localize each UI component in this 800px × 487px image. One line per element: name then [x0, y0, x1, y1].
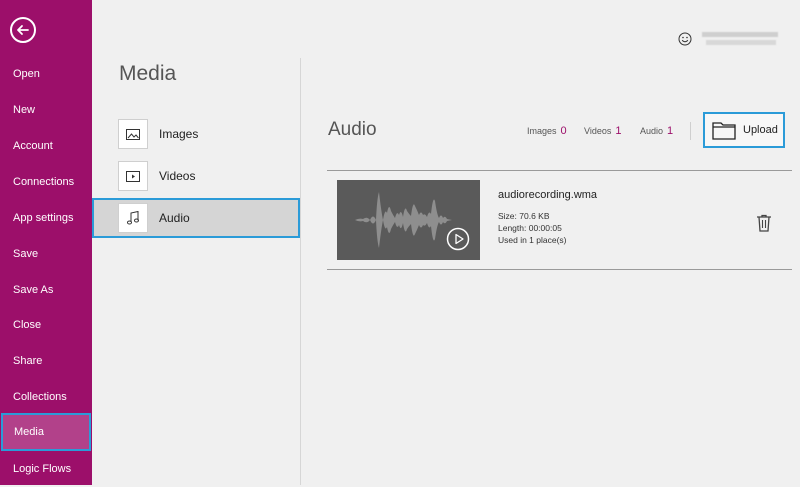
smiley-icon[interactable] — [678, 32, 692, 46]
category-label: Audio — [159, 211, 190, 225]
nav-item-open[interactable]: Open — [0, 56, 92, 92]
column-divider — [300, 58, 301, 485]
upload-button[interactable]: Upload — [703, 112, 785, 148]
nav-item-new[interactable]: New — [0, 92, 92, 128]
count-value: 1 — [667, 125, 674, 137]
nav-item-label: Save — [13, 248, 39, 260]
music-note-icon — [118, 203, 148, 233]
nav-item-share[interactable]: Share — [0, 343, 92, 379]
nav-item-label: Close — [13, 319, 42, 331]
nav-item-save[interactable]: Save — [0, 236, 92, 272]
category-videos[interactable]: Videos — [93, 157, 299, 195]
count-images: Images 0 — [527, 125, 567, 137]
image-icon — [118, 119, 148, 149]
audio-thumbnail[interactable] — [337, 180, 480, 260]
count-label: Videos — [584, 126, 612, 136]
nav-item-label: New — [13, 104, 36, 116]
nav-item-connections[interactable]: Connections — [0, 164, 92, 200]
count-videos: Videos 1 — [584, 125, 621, 137]
nav-item-media[interactable]: Media — [1, 413, 91, 451]
category-label: Videos — [159, 169, 196, 183]
play-icon[interactable] — [446, 227, 470, 251]
user-info-obscured — [700, 30, 784, 50]
file-name: audiorecording.wma — [498, 189, 598, 201]
divider — [327, 269, 792, 270]
nav-item-label: Connections — [13, 176, 75, 188]
nav-item-account[interactable]: Account — [0, 128, 92, 164]
count-audio: Audio 1 — [640, 125, 673, 137]
back-arrow-icon — [17, 25, 29, 35]
file-usage: Used in 1 place(s) — [498, 235, 567, 245]
divider — [690, 122, 691, 140]
divider — [327, 170, 792, 171]
nav-item-save-as[interactable]: Save As — [0, 272, 92, 308]
count-label: Images — [527, 126, 557, 136]
trash-icon[interactable] — [756, 214, 772, 232]
nav-item-label: Logic Flows — [13, 463, 72, 475]
count-value: 0 — [560, 125, 567, 137]
back-button[interactable] — [10, 17, 36, 43]
upload-label: Upload — [743, 124, 778, 136]
nav-item-label: Collections — [13, 391, 67, 403]
nav-item-label: Share — [13, 355, 43, 367]
section-title: Audio — [328, 119, 377, 140]
folder-icon — [712, 122, 736, 140]
count-value: 1 — [615, 125, 622, 137]
count-label: Audio — [640, 126, 664, 136]
nav-item-label: Save As — [13, 284, 54, 296]
nav-item-label: Account — [13, 140, 53, 152]
nav-item-app-settings[interactable]: App settings — [0, 200, 92, 236]
category-images[interactable]: Images — [93, 115, 299, 153]
category-audio[interactable]: Audio — [92, 198, 300, 238]
nav-item-close[interactable]: Close — [0, 307, 92, 343]
nav-item-collections[interactable]: Collections — [0, 379, 92, 415]
file-length: Length: 00:00:05 — [498, 223, 562, 233]
nav-item-logic-flows[interactable]: Logic Flows — [0, 451, 92, 487]
category-label: Images — [159, 127, 199, 141]
nav-item-label: Open — [13, 68, 40, 80]
page-title: Media — [119, 62, 177, 85]
file-size: Size: 70.6 KB — [498, 211, 550, 221]
nav-item-label: App settings — [13, 212, 74, 224]
nav-item-label: Media — [14, 426, 44, 438]
left-navigation: Open New Account Connections App setting… — [0, 0, 92, 485]
video-icon — [118, 161, 148, 191]
